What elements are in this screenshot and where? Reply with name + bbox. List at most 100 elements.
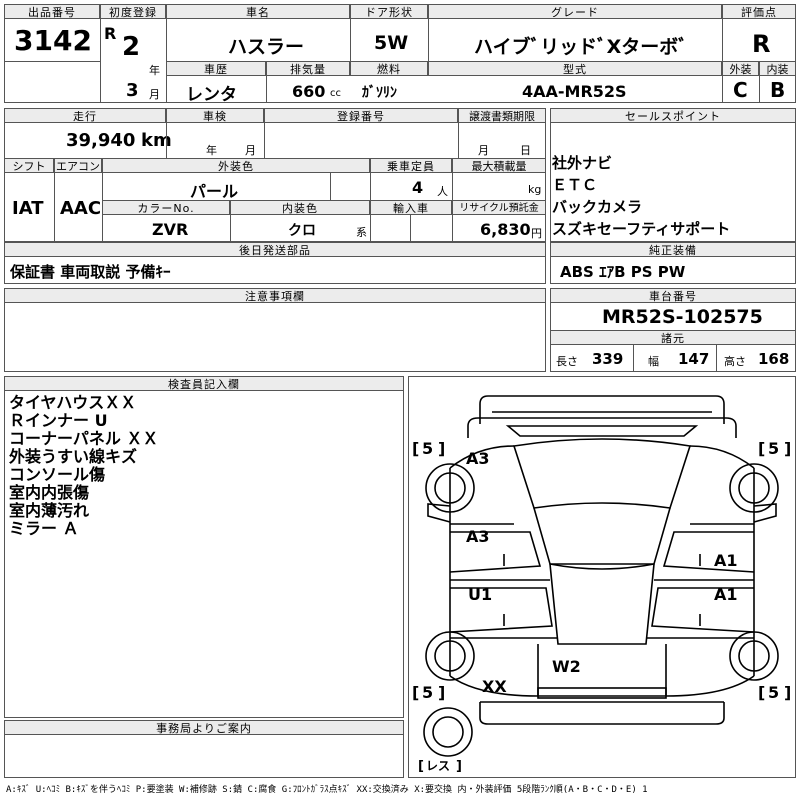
inspector-note: ミラー Ａ <box>9 519 79 538</box>
chassis-label: 車台番号 <box>550 288 796 303</box>
history-label: 車歴 <box>166 61 266 76</box>
damage-mark: U1 <box>468 585 492 604</box>
recycle-value: 6,830 <box>480 220 531 239</box>
sales-point: バックカメラ <box>552 198 643 216</box>
month-unit: 月 <box>149 88 160 101</box>
tire-front-right-bracket: [ <box>758 439 765 458</box>
exterior-grade: C <box>733 78 748 102</box>
capacity-label: 乗車定員 <box>370 158 452 173</box>
genuine-equipment-value: ABS ｴｱB PS PW <box>560 263 686 281</box>
era-letter: R <box>104 24 117 43</box>
inspector-note: 室内内張傷 <box>9 483 90 502</box>
inspector-note: タイヤハウスＸＸ <box>9 393 137 412</box>
max-load-unit: kg <box>528 183 542 196</box>
legend-text: A:ｷｽﾞ U:ﾍｺﾐ B:ｷｽﾞを伴うﾍｺﾐ P:要塗装 W:補修跡 S:錆 … <box>6 785 648 795</box>
capacity-value: 4 <box>412 178 424 197</box>
genuine-equipment-label: 純正装備 <box>550 242 796 257</box>
length-label: 長さ <box>556 355 578 368</box>
shift-label: シフト <box>4 158 54 173</box>
transfer-month: 月 <box>478 144 489 157</box>
mileage-unit: km <box>141 130 172 151</box>
int-color-value: クロ <box>288 223 316 239</box>
type-value: 4AA-MR52S <box>522 82 627 101</box>
ext-color-label: 外装色 <box>102 158 370 173</box>
ac-label: エアコン <box>54 158 102 173</box>
inspector-note: 外装うすい線キズ <box>9 447 138 466</box>
int-color-label: 内装色 <box>230 200 370 215</box>
height-label: 高さ <box>724 355 746 368</box>
tire-front-right-bracket-end: ] <box>784 439 791 458</box>
transfer-day: 日 <box>520 144 531 157</box>
damage-mark: XX <box>482 677 507 696</box>
recycle-unit: 円 <box>531 227 542 240</box>
first-reg-label: 初度登録 <box>100 4 166 19</box>
color-no-value: ZVR <box>152 220 189 239</box>
sales-point: スズキセーフティサポート <box>552 220 731 238</box>
int-color-unit: 系 <box>356 226 367 239</box>
model-label: 車名 <box>166 4 350 19</box>
vehicle-info-table <box>4 108 546 242</box>
tire-rear-left-bracket-end: ] <box>438 683 445 702</box>
spare-tire: レス <box>426 759 450 773</box>
inspection-label: 車検 <box>166 108 264 123</box>
chassis-number: MR52S-102575 <box>602 306 763 328</box>
mileage-value: 39,940 <box>66 130 136 151</box>
sales-point: 社外ナビ <box>552 154 613 172</box>
damage-mark: A3 <box>466 449 490 468</box>
color-no-label: カラーNo. <box>102 200 230 215</box>
door-label: ドア形状 <box>350 4 428 19</box>
reg-month: 3 <box>126 80 139 101</box>
damage-mark: W2 <box>552 657 581 676</box>
caution-label: 注意事項欄 <box>4 288 546 303</box>
inspector-note: Ｒインナー U <box>9 411 108 430</box>
door-type: 5W <box>374 32 409 54</box>
grade-label: グレード <box>428 4 722 19</box>
height-value: 168 <box>758 350 790 368</box>
sales-point: ＥＴＣ <box>552 176 598 194</box>
interior-label: 内装 <box>759 61 796 76</box>
score-label: 評価点 <box>722 4 796 19</box>
recycle-label: リサイクル預託金 <box>452 200 546 215</box>
later-parts-value: 保証書 車両取説 予備ｷｰ <box>10 263 171 281</box>
year-unit: 年 <box>149 64 160 77</box>
interior-grade: B <box>770 78 786 102</box>
displacement-value: 660 <box>292 82 326 101</box>
reg-no-label: 登録番号 <box>264 108 458 123</box>
car-damage-diagram: [ 5 ] [ 5 ] [ 5 ] [ 5 ] [ レス ] A3 A3 U1 … <box>408 376 796 778</box>
tire-rear-left: 5 <box>422 683 433 702</box>
era-year: 2 <box>122 32 141 62</box>
tire-front-right: 5 <box>768 439 779 458</box>
spare-bracket: [ <box>418 759 424 774</box>
model-name: ハスラー <box>228 36 305 58</box>
tire-rear-right-bracket-end: ] <box>784 683 791 702</box>
sales-points-label: セールスポイント <box>550 108 796 123</box>
displacement-label: 排気量 <box>266 61 350 76</box>
office-label: 事務局よりご案内 <box>4 720 404 735</box>
type-label: 型式 <box>428 61 722 76</box>
spec-label: 諸元 <box>550 330 796 345</box>
mileage-label: 走行 <box>4 108 166 123</box>
inspection-month-unit: 月 <box>245 144 256 157</box>
exterior-label: 外装 <box>722 61 759 76</box>
tire-rear-right-bracket: [ <box>758 683 765 702</box>
width-value: 147 <box>678 350 710 368</box>
tire-rear-left-bracket: [ <box>412 683 419 702</box>
transfer-label: 譲渡書類期限 <box>458 108 546 123</box>
max-load-label: 最大積載量 <box>452 158 546 173</box>
tire-rear-right: 5 <box>768 683 779 702</box>
width-label: 幅 <box>648 355 659 368</box>
grade-value: ハイブﾞリッドﾞXターボﾞ <box>474 36 688 58</box>
damage-mark: A1 <box>714 551 738 570</box>
ac-value: AAC <box>60 198 102 219</box>
lot-number: 3142 <box>14 24 92 57</box>
history-value: レンタ <box>186 85 237 105</box>
tire-front-left-bracket-end: ] <box>438 439 445 458</box>
shift-value: IAT <box>12 198 44 219</box>
displacement-unit: cc <box>330 88 341 99</box>
ext-color-value: パール <box>190 182 239 201</box>
inspector-note: 室内薄汚れ <box>9 501 90 520</box>
inspector-note: コーナーパネル ＸＸ <box>9 429 159 448</box>
capacity-unit: 人 <box>437 185 448 198</box>
fuel-value: ｶﾞｿﾘﾝ <box>362 85 397 101</box>
later-parts-label: 後日発送部品 <box>4 242 546 257</box>
